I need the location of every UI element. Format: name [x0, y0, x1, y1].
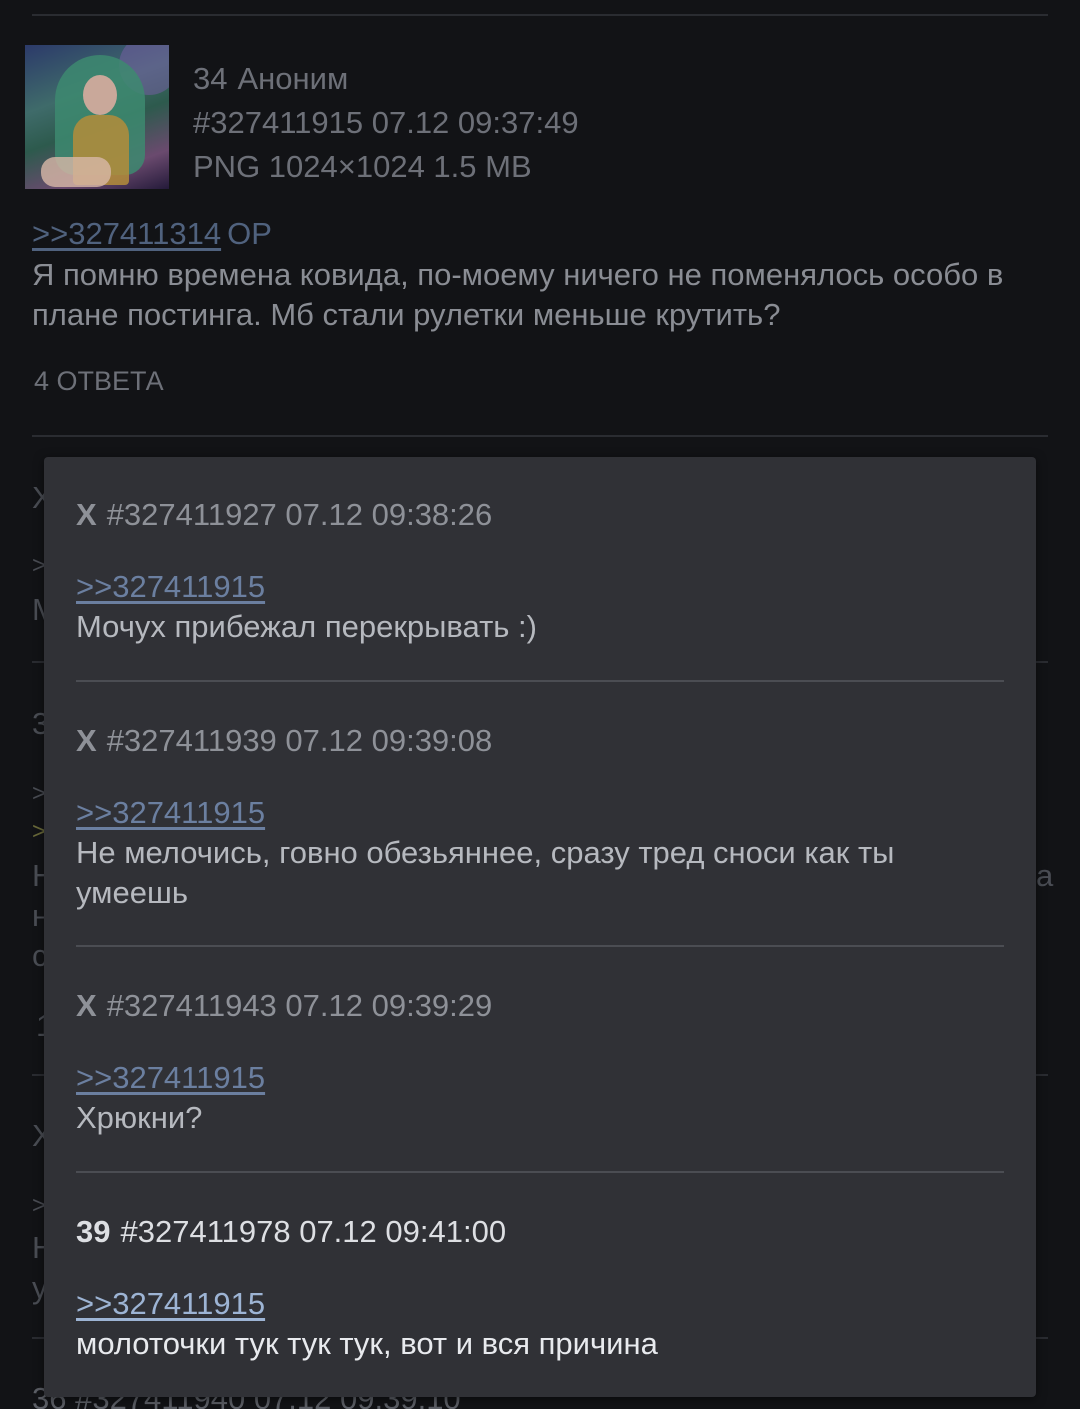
reply-quote-link[interactable]: >>327411915 — [76, 793, 1006, 833]
reply-text: Хрюкни? — [76, 1100, 203, 1135]
reply-header: Х #327411943 07.12 09:39:29 — [76, 986, 1006, 1026]
replies-popup[interactable]: Х #327411927 07.12 09:38:26 >>327411915 М… — [44, 457, 1036, 1397]
reply-divider — [76, 1171, 1004, 1173]
post-header: 34 Аноним #327411915 07.12 09:37:49 PNG 1… — [25, 45, 1055, 190]
post-image-thumbnail[interactable] — [25, 45, 169, 189]
answers-count-button[interactable]: 4 ОТВЕТА — [34, 366, 164, 397]
reply-id-time[interactable]: #327411927 07.12 09:38:26 — [107, 497, 493, 532]
background-text: а — [1036, 858, 1054, 893]
reply-id-time[interactable]: #327411939 07.12 09:39:08 — [107, 723, 493, 758]
reply-author: 39 — [76, 1214, 111, 1249]
reply-divider — [76, 945, 1004, 947]
post-reply-link[interactable]: >>327411314 — [32, 216, 221, 251]
reply-text: Не мелочись, говно обезьяннее, сразу тре… — [76, 835, 895, 910]
reply-item: Х #327411943 07.12 09:39:29 >>327411915 Х… — [76, 986, 1006, 1138]
post-number: 34 — [193, 61, 228, 96]
reply-header: 39 #327411978 07.12 09:41:00 — [76, 1212, 1006, 1252]
reply-divider — [76, 680, 1004, 682]
post-meta: 34 Аноним #327411915 07.12 09:37:49 PNG 1… — [193, 57, 579, 189]
post-id-time[interactable]: #327411915 07.12 09:37:49 — [193, 101, 579, 145]
reply-quote-link[interactable]: >>327411915 — [76, 1284, 1006, 1324]
reply-item: 39 #327411978 07.12 09:41:00 >>327411915 … — [76, 1212, 1006, 1364]
reply-header: Х #327411939 07.12 09:39:08 — [76, 721, 1006, 761]
reply-quote-link[interactable]: >>327411915 — [76, 567, 1006, 607]
reply-author: Х — [76, 723, 97, 758]
reply-author: Х — [76, 988, 97, 1023]
reply-quote-link[interactable]: >>327411915 — [76, 1058, 1006, 1098]
reply-id-time[interactable]: #327411978 07.12 09:41:00 — [120, 1214, 506, 1249]
post-author: Аноним — [237, 61, 349, 96]
reply-author: Х — [76, 497, 97, 532]
reply-text: молоточки тук тук тук, вот и вся причина — [76, 1326, 658, 1361]
reply-text: Мочух прибежал перекрывать :) — [76, 609, 537, 644]
reply-header: Х #327411927 07.12 09:38:26 — [76, 495, 1006, 535]
post-divider — [32, 14, 1048, 16]
post-file-info: PNG 1024×1024 1.5 MB — [193, 149, 532, 184]
post-reply-line: >>327411314 OP — [32, 213, 272, 255]
op-label: OP — [227, 216, 272, 251]
post-body: Я помню времена ковида, по-моему ничего … — [32, 257, 1004, 332]
reply-item: Х #327411927 07.12 09:38:26 >>327411915 М… — [76, 495, 1006, 647]
reply-item: Х #327411939 07.12 09:39:08 >>327411915 Н… — [76, 721, 1006, 913]
post-divider — [32, 435, 1048, 437]
thread-page: 34 Аноним #327411915 07.12 09:37:49 PNG 1… — [0, 0, 1080, 1409]
reply-id-time[interactable]: #327411943 07.12 09:39:29 — [107, 988, 493, 1023]
